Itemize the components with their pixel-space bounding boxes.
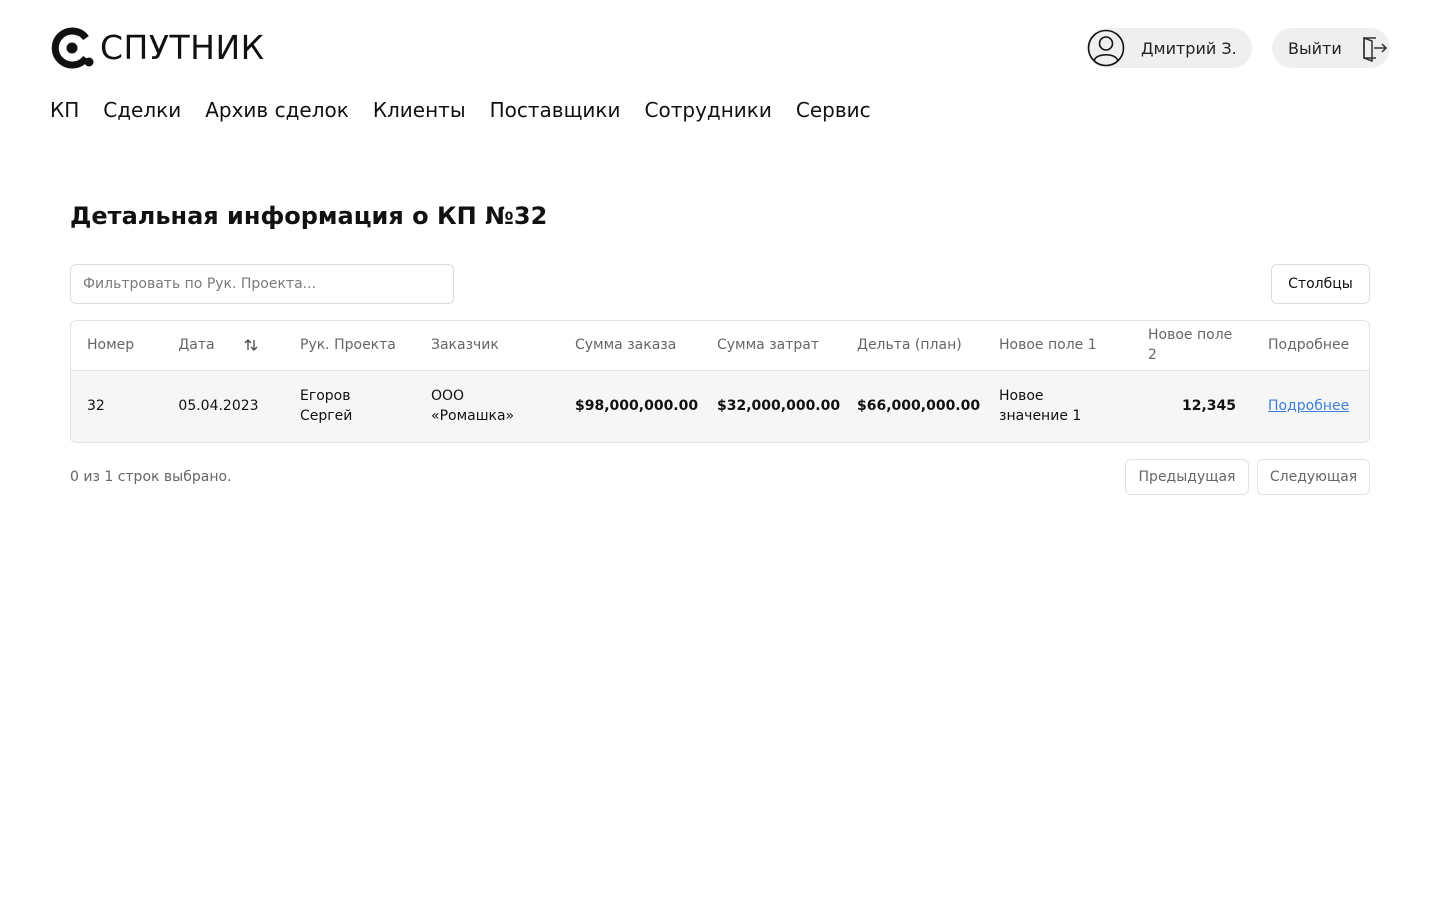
cell-cost-sum: $32,000,000.00 xyxy=(717,398,841,415)
column-header-customer: Заказчик xyxy=(431,337,499,354)
nav-item-suppliers[interactable]: Поставщики xyxy=(490,96,621,124)
cell-number: 32 xyxy=(87,398,105,415)
logout-button[interactable]: Выйти xyxy=(1272,28,1390,68)
nav-item-employees[interactable]: Сотрудники xyxy=(645,96,772,124)
nav-item-kp[interactable]: КП xyxy=(50,96,79,124)
logo[interactable]: СПУТНИК xyxy=(50,26,265,70)
nav-item-deals[interactable]: Сделки xyxy=(103,96,181,124)
selected-rows-count: 0 из 1 строк выбрано. xyxy=(70,469,232,485)
table-row[interactable]: 32 05.04.2023 Егоров Сергей ООО «Ромашка… xyxy=(71,370,1369,442)
nav-item-deals-archive[interactable]: Архив сделок xyxy=(205,96,349,124)
cell-date: 05.04.2023 xyxy=(178,398,259,415)
cell-details: Подробнее xyxy=(1252,370,1369,442)
cell-customer: ООО «Ромашка» xyxy=(431,388,515,425)
column-header-field1: Новое поле 1 xyxy=(999,337,1097,354)
user-menu[interactable]: Дмитрий З. xyxy=(1087,28,1252,68)
sputnik-logo-icon xyxy=(51,27,94,69)
header: СПУТНИК Дмитрий З. Выйти xyxy=(50,26,1390,70)
filter-manager-input[interactable] xyxy=(70,264,454,304)
columns-button[interactable]: Столбцы xyxy=(1271,264,1370,304)
column-header-manager: Рук. Проекта xyxy=(300,337,396,354)
cell-order-sum: $98,000,000.00 xyxy=(575,398,699,415)
column-header-number: Номер xyxy=(87,337,135,354)
main-nav: КП Сделки Архив сделок Клиенты Поставщик… xyxy=(50,96,895,124)
logout-door-icon xyxy=(1363,36,1388,62)
column-header-details: Подробнее xyxy=(1268,337,1350,354)
logout-label: Выйти xyxy=(1288,38,1342,58)
sort-arrows-icon[interactable] xyxy=(243,337,259,353)
nav-item-service[interactable]: Сервис xyxy=(796,96,871,124)
logo-text: СПУТНИК xyxy=(100,28,265,67)
nav-item-clients[interactable]: Клиенты xyxy=(373,96,466,124)
column-header-date-label: Дата xyxy=(178,337,215,354)
column-header-delta: Дельта (план) xyxy=(857,337,962,354)
previous-page-button[interactable]: Предыдущая xyxy=(1125,459,1249,495)
table-header-row: Номер Дата Рук. Проекта Заказчик Сумма з… xyxy=(71,321,1369,370)
cell-field1: Новое значение 1 xyxy=(999,388,1082,425)
column-header-order-sum: Сумма заказа xyxy=(575,337,677,354)
cell-delta: $66,000,000.00 xyxy=(857,398,981,415)
details-link[interactable]: Подробнее xyxy=(1268,398,1349,414)
user-name: Дмитрий З. xyxy=(1141,38,1237,58)
column-header-cost-sum: Сумма затрат xyxy=(717,337,820,354)
column-header-field2: Новое поле 2 xyxy=(1148,327,1233,364)
column-header-date[interactable]: Дата xyxy=(153,321,284,370)
page-title: Детальная информация о КП №32 xyxy=(70,202,548,230)
kp-table: Номер Дата Рук. Проекта Заказчик Сумма з… xyxy=(70,320,1370,443)
next-page-button[interactable]: Следующая xyxy=(1257,459,1370,495)
user-avatar-icon xyxy=(1087,29,1125,67)
cell-manager: Егоров Сергей xyxy=(300,388,353,425)
cell-field2: 12,345 xyxy=(1181,398,1236,415)
